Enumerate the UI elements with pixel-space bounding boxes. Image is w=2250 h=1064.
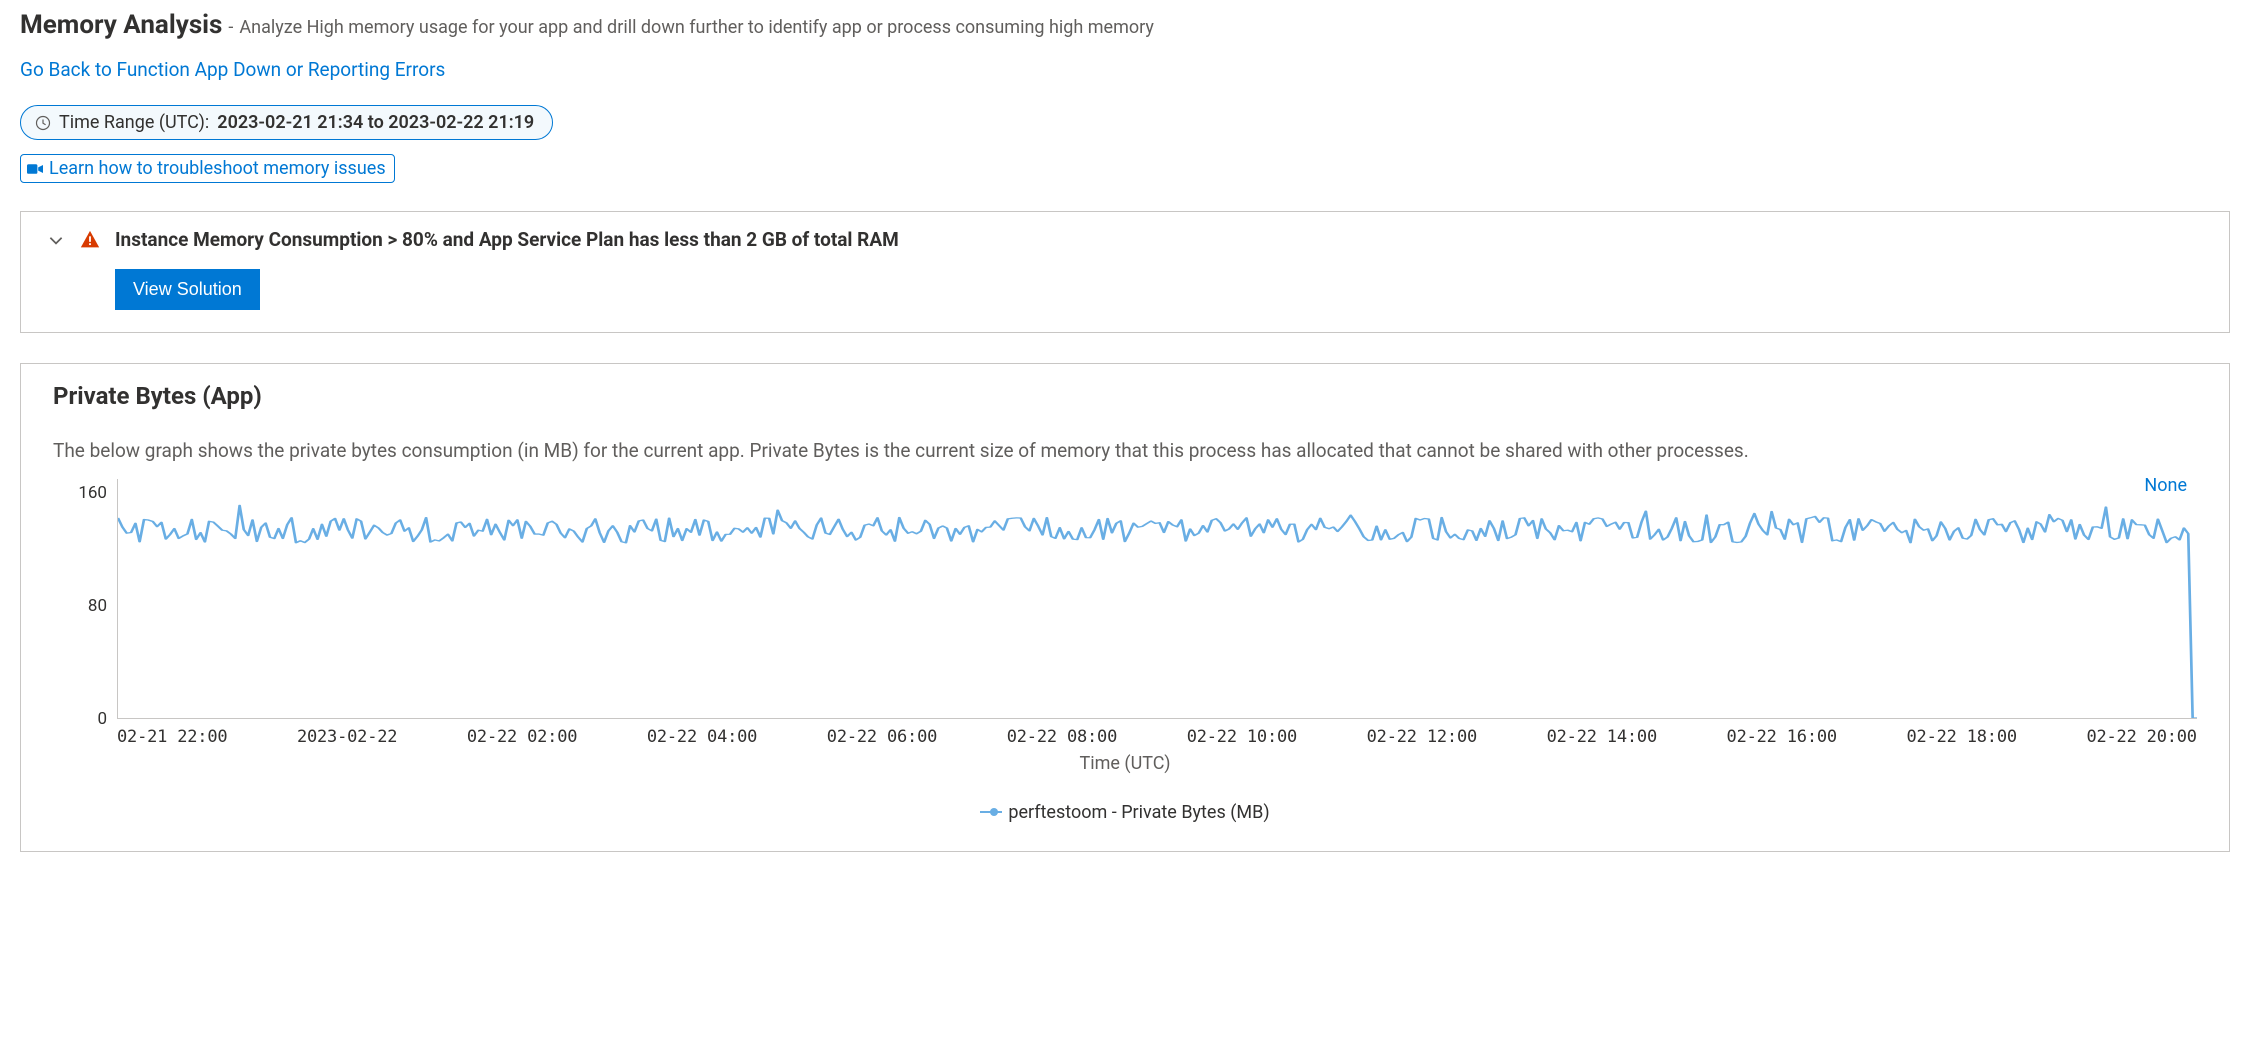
learn-link-label: Learn how to troubleshoot memory issues xyxy=(49,158,386,179)
learn-link[interactable]: Learn how to troubleshoot memory issues xyxy=(20,154,395,183)
page-subtitle: Analyze High memory usage for your app a… xyxy=(239,17,1154,38)
line-chart xyxy=(118,479,2197,718)
chart-description: The below graph shows the private bytes … xyxy=(53,438,2197,465)
x-tick: 02-21 22:00 xyxy=(117,727,227,747)
chart-legend: perftestoom - Private Bytes (MB) xyxy=(53,802,2197,823)
x-tick: 02-22 14:00 xyxy=(1547,727,1657,747)
chart-card: Private Bytes (App) The below graph show… xyxy=(20,363,2230,852)
time-range-prefix: Time Range (UTC): xyxy=(59,112,209,133)
y-tick: 0 xyxy=(97,709,107,729)
page-title: Memory Analysis xyxy=(20,10,222,40)
video-icon xyxy=(27,162,43,176)
time-range-selector[interactable]: Time Range (UTC): 2023-02-21 21:34 to 20… xyxy=(20,105,553,140)
y-tick: 160 xyxy=(78,483,107,503)
title-separator: - xyxy=(228,17,233,38)
x-tick: 02-22 02:00 xyxy=(467,727,577,747)
chart-title: Private Bytes (App) xyxy=(53,382,2197,410)
x-axis: 02-21 22:00 2023-02-22 02-22 02:00 02-22 04… xyxy=(117,719,2197,747)
chart-zone: None 160 80 0 02-21 22:002023-02-2202-22… xyxy=(53,479,2197,823)
x-tick: 02-22 18:00 xyxy=(1907,727,2017,747)
chevron-down-icon[interactable] xyxy=(47,231,65,249)
back-link[interactable]: Go Back to Function App Down or Reportin… xyxy=(20,58,445,81)
clock-icon xyxy=(35,115,51,131)
x-tick: 02-22 04:00 xyxy=(647,727,757,747)
x-tick: 02-22 06:00 xyxy=(827,727,937,747)
y-tick: 80 xyxy=(88,596,107,616)
time-range-value: 2023-02-21 21:34 to 2023-02-22 21:19 xyxy=(217,112,534,133)
view-solution-button[interactable]: View Solution xyxy=(115,269,260,310)
x-tick: 02-22 20:00 xyxy=(2086,727,2196,747)
warning-icon xyxy=(79,229,101,251)
legend-series-label: perftestoom - Private Bytes (MB) xyxy=(1008,802,1269,823)
plot-area[interactable] xyxy=(117,479,2197,719)
x-axis-label: Time (UTC) xyxy=(53,753,2197,774)
x-tick: 02-22 08:00 xyxy=(1007,727,1117,747)
page-header: Memory Analysis - Analyze High memory us… xyxy=(20,10,2230,40)
insight-card: Instance Memory Consumption > 80% and Ap… xyxy=(20,211,2230,333)
insight-title: Instance Memory Consumption > 80% and Ap… xyxy=(115,228,899,251)
x-tick: 02-22 10:00 xyxy=(1187,727,1297,747)
y-axis: 160 80 0 xyxy=(53,479,117,719)
x-tick: 02-22 16:00 xyxy=(1727,727,1837,747)
x-tick: 02-22 12:00 xyxy=(1367,727,1477,747)
legend-swatch xyxy=(980,808,998,816)
x-tick: 2023-02-22 xyxy=(297,727,397,747)
